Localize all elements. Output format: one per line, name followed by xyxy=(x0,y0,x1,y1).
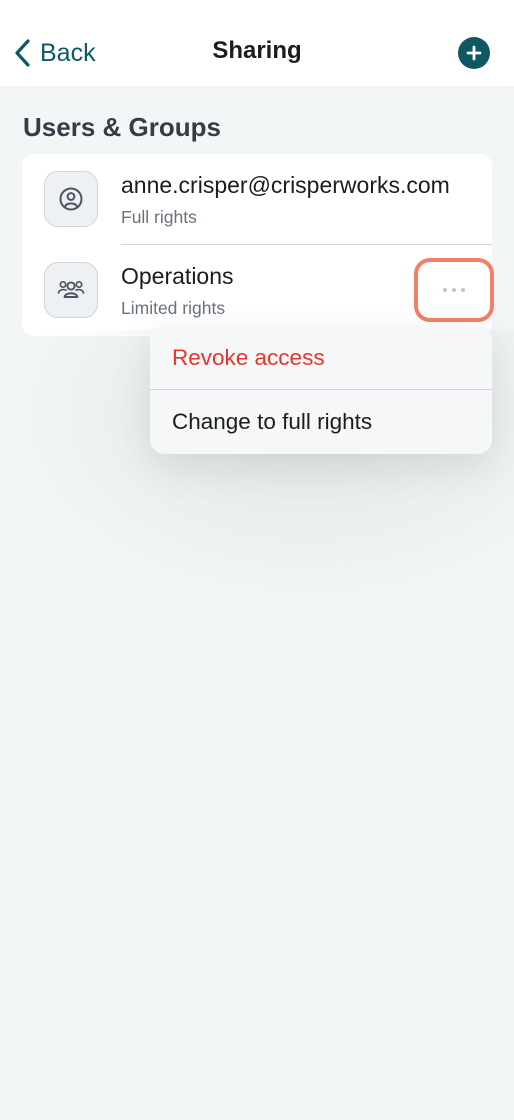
add-button[interactable] xyxy=(458,37,490,69)
group-icon xyxy=(44,262,98,318)
user-icon xyxy=(44,171,98,227)
more-options-button[interactable] xyxy=(414,258,494,322)
back-button[interactable]: Back xyxy=(12,36,96,70)
revoke-access-menu-item[interactable]: Revoke access xyxy=(150,326,492,390)
ellipsis-dot xyxy=(461,288,465,292)
section-title: Users & Groups xyxy=(23,112,221,142)
chevron-left-icon xyxy=(15,39,30,67)
change-to-full-rights-menu-item[interactable]: Change to full rights xyxy=(150,390,492,454)
plus-icon xyxy=(466,45,482,61)
navigation-bar: Back Sharing xyxy=(0,0,514,86)
revoke-access-label: Revoke access xyxy=(172,345,325,370)
ellipsis-icon xyxy=(443,288,447,292)
entry-name: Operations xyxy=(121,263,234,289)
entry-rights: Limited rights xyxy=(121,298,226,318)
entry-rights: Full rights xyxy=(121,207,197,227)
entry-name: anne.crisper@crisperworks.com xyxy=(121,172,450,198)
ellipsis-dot xyxy=(452,288,456,292)
list-item-user[interactable]: anne.crisper@crisperworks.com Full right… xyxy=(22,154,492,245)
back-label: Back xyxy=(40,38,96,67)
context-menu: Revoke access Change to full rights xyxy=(150,326,492,454)
change-to-full-rights-label: Change to full rights xyxy=(172,409,373,434)
